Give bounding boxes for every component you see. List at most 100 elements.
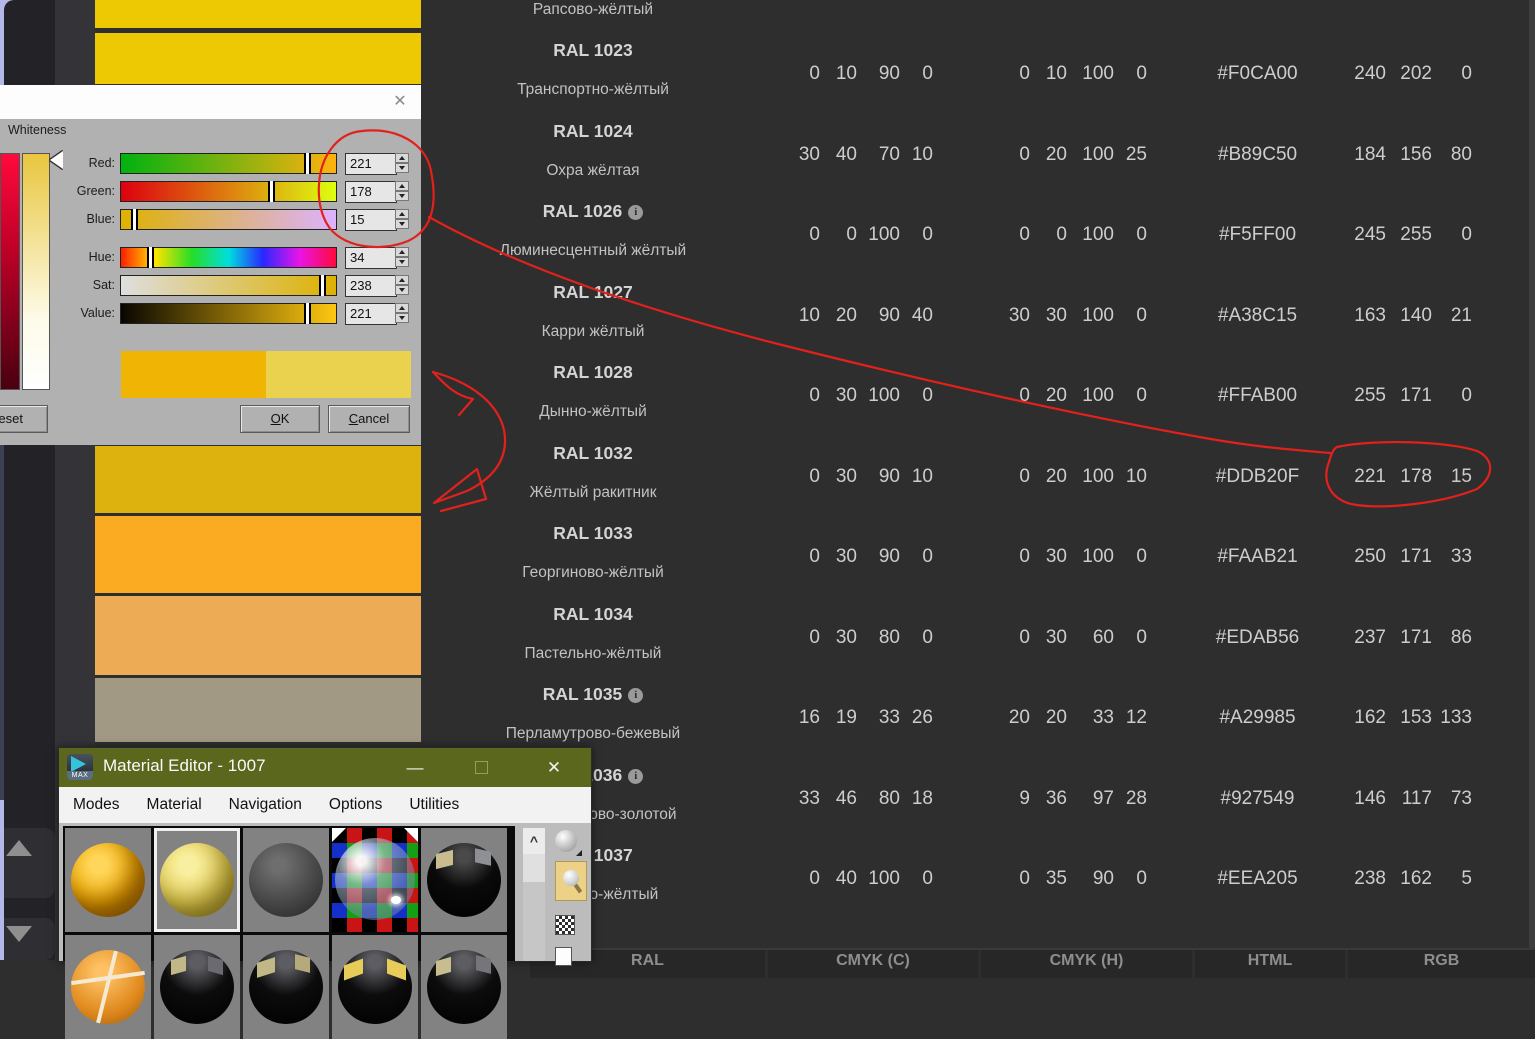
ral-name-ru: Транспортно-жёлтый bbox=[517, 81, 669, 98]
slots-scrollbar[interactable]: ^ bbox=[523, 828, 545, 961]
left-scrollbar-thumb[interactable] bbox=[0, 445, 4, 800]
material-slot[interactable] bbox=[154, 828, 240, 932]
channel-slider[interactable] bbox=[120, 247, 337, 268]
channel-value-field[interactable]: 34 bbox=[345, 247, 397, 269]
ok-button[interactable]: OK bbox=[240, 405, 320, 433]
channel-slider[interactable] bbox=[120, 153, 337, 174]
spinner-up-icon[interactable] bbox=[395, 303, 409, 313]
close-icon[interactable]: ✕ bbox=[391, 93, 409, 111]
material-slot[interactable] bbox=[421, 935, 507, 1039]
nav-up-button[interactable] bbox=[4, 828, 55, 898]
channel-spinner[interactable] bbox=[395, 275, 409, 297]
menu-item-modes[interactable]: Modes bbox=[73, 796, 120, 814]
value-number: 0 bbox=[1019, 224, 1030, 245]
info-icon[interactable]: i bbox=[628, 768, 644, 784]
maximize-icon bbox=[475, 761, 488, 774]
scrollbar-thumb[interactable] bbox=[523, 854, 545, 882]
value-number: 90 bbox=[878, 546, 900, 567]
minimize-button[interactable]: — bbox=[393, 748, 437, 787]
spinner-up-icon[interactable] bbox=[395, 275, 409, 285]
channel-slider[interactable] bbox=[120, 209, 337, 230]
channel-spinner[interactable] bbox=[395, 153, 409, 175]
close-button[interactable]: ✕ bbox=[532, 748, 576, 787]
channel-value-field[interactable]: 221 bbox=[345, 153, 397, 175]
channel-slider[interactable] bbox=[120, 275, 337, 296]
sphere-patch bbox=[257, 957, 275, 978]
rgb-values: 240 202 0 bbox=[1346, 63, 1472, 85]
scroll-up-button[interactable]: ^ bbox=[523, 828, 545, 854]
menu-item-utilities[interactable]: Utilities bbox=[409, 796, 459, 814]
reset-button[interactable]: Reset bbox=[0, 405, 48, 433]
spinner-up-icon[interactable] bbox=[395, 247, 409, 257]
sphere-patch bbox=[387, 958, 406, 981]
sample-type-sphere-icon[interactable] bbox=[555, 830, 582, 856]
spinner-up-icon[interactable] bbox=[395, 153, 409, 163]
footer-header-cell: CMYK (H) bbox=[981, 950, 1192, 978]
value-number: 10 bbox=[911, 465, 933, 487]
slider-handle[interactable] bbox=[130, 209, 138, 230]
channel-spinner[interactable] bbox=[395, 181, 409, 203]
hue-column[interactable] bbox=[0, 153, 20, 390]
material-slot[interactable] bbox=[65, 935, 151, 1039]
slider-handle[interactable] bbox=[304, 303, 312, 324]
nav-down-button[interactable] bbox=[4, 918, 55, 960]
value-number: 0 bbox=[922, 63, 933, 84]
value-number: 0 bbox=[846, 224, 857, 245]
options-square-icon[interactable] bbox=[555, 947, 572, 966]
material-slot[interactable] bbox=[332, 828, 418, 932]
maximize-button[interactable] bbox=[461, 748, 505, 787]
ral-swatch bbox=[95, 596, 421, 675]
channel-spinner[interactable] bbox=[395, 247, 409, 269]
spinner-down-icon[interactable] bbox=[395, 219, 409, 229]
material-slot[interactable] bbox=[154, 935, 240, 1039]
channel-spinner[interactable] bbox=[395, 303, 409, 325]
backlight-icon[interactable] bbox=[555, 861, 587, 901]
rgb-values: 163 140 21 bbox=[1346, 305, 1472, 327]
spinner-down-icon[interactable] bbox=[395, 285, 409, 295]
value-number: 90 bbox=[878, 63, 900, 84]
color-preview-new bbox=[266, 351, 411, 398]
channel-value-field[interactable]: 238 bbox=[345, 275, 397, 297]
slider-handle[interactable] bbox=[318, 275, 326, 296]
value-number: 40 bbox=[911, 304, 933, 326]
dialog-titlebar[interactable]: ✕ bbox=[0, 85, 421, 119]
channel-slider[interactable] bbox=[120, 303, 337, 324]
ral-name-ru: Рапсово-жёлтый bbox=[532, 0, 654, 18]
html-hex-value: #F5FF00 bbox=[1218, 224, 1297, 245]
info-icon[interactable]: i bbox=[628, 688, 644, 703]
spinner-up-icon[interactable] bbox=[395, 209, 409, 219]
spinner-down-icon[interactable] bbox=[395, 191, 409, 201]
material-slot[interactable] bbox=[421, 828, 507, 932]
spinner-down-icon[interactable] bbox=[395, 257, 409, 267]
channel-spinner[interactable] bbox=[395, 209, 409, 231]
spinner-down-icon[interactable] bbox=[395, 313, 409, 323]
channel-slider[interactable] bbox=[120, 181, 337, 202]
info-icon[interactable]: i bbox=[628, 205, 644, 220]
slider-handle[interactable] bbox=[304, 153, 312, 174]
channel-value-field[interactable]: 178 bbox=[345, 181, 397, 203]
material-editor-titlebar[interactable]: MAX Material Editor - 1007 — ✕ bbox=[59, 748, 591, 787]
rgb-values: 255 171 0 bbox=[1346, 385, 1472, 407]
menu-item-material[interactable]: Material bbox=[147, 796, 202, 814]
material-slot[interactable] bbox=[243, 828, 329, 932]
material-slot[interactable] bbox=[332, 935, 418, 1039]
spinner-down-icon[interactable] bbox=[395, 163, 409, 173]
channel-value-field[interactable]: 15 bbox=[345, 209, 397, 231]
slider-handle[interactable] bbox=[268, 181, 276, 202]
channel-label: Red: bbox=[88, 156, 115, 170]
background-checker-icon[interactable] bbox=[555, 915, 575, 935]
html-hex-value: #A38C15 bbox=[1217, 304, 1298, 326]
value-number: 80 bbox=[1450, 143, 1472, 165]
channel-value-field[interactable]: 221 bbox=[345, 303, 397, 325]
cancel-button[interactable]: Cancel bbox=[328, 405, 410, 433]
sphere-patch bbox=[344, 958, 363, 981]
spinner-up-icon[interactable] bbox=[395, 181, 409, 191]
material-slot[interactable] bbox=[243, 935, 329, 1039]
menu-item-options[interactable]: Options bbox=[329, 796, 382, 814]
backlight-stem-icon bbox=[573, 883, 583, 894]
value-number: 97 bbox=[1092, 787, 1114, 809]
ral-name-ru: Пастельно-жёлтый bbox=[524, 644, 662, 662]
slider-handle[interactable] bbox=[146, 247, 154, 268]
menu-item-navigation[interactable]: Navigation bbox=[229, 796, 302, 814]
material-slot[interactable] bbox=[65, 828, 151, 932]
